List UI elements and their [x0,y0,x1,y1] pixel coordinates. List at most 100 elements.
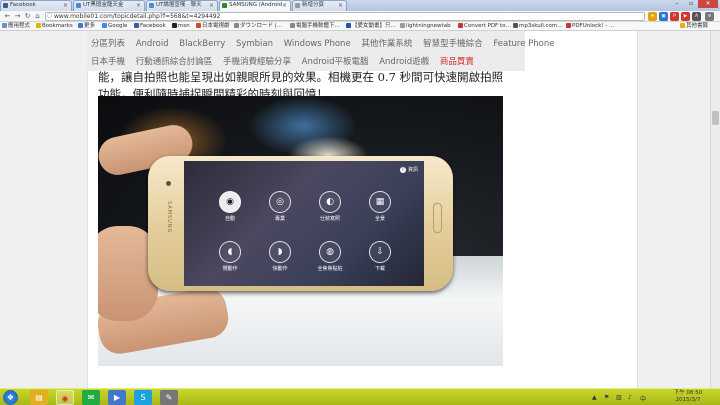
skype-icon[interactable]: S [134,390,152,405]
bookmark-download[interactable]: ダウンロード |… [234,22,282,30]
extension-icon[interactable]: ▣ [659,12,668,21]
download-icon: ⇩ [369,241,391,263]
aperture-icon: ◎ [269,191,291,213]
tray-chevron-icon[interactable]: ▲ [592,394,597,401]
forum-nav-menu: 分區列表 Android BlackBerry Symbian Windows … [87,31,554,71]
close-icon[interactable]: × [63,1,68,10]
bookmark-apps[interactable]: 應用程式 [2,22,30,30]
home-button[interactable]: ⌂ [33,12,42,21]
close-icon[interactable]: × [136,1,141,10]
bookmark-convert-pdf[interactable]: Convert PDF to… [458,22,511,30]
tray-flag-icon[interactable]: ⚑ [604,394,609,401]
msn-icon [172,22,177,28]
phone-screen: i 資訊 ◉ 自動 ◎ 專業 ◐ 仕裝寫照 ▦ 全景 ◖ 慢動作 ◗ 快動作 ◍… [184,161,424,286]
page-scrollbar[interactable] [710,31,720,388]
mode-selective-focus: ◐ 仕裝寫照 [310,191,350,222]
pdf-icon [566,22,571,28]
nav-link-smartphone[interactable]: 智慧型手機綜合 [423,39,483,49]
close-icon[interactable]: × [209,1,214,10]
article-photo: SAMSUNG i 資訊 ◉ 自動 ◎ 專業 ◐ 仕裝寫照 ▦ 全景 ◖ 慢動作… [98,96,503,366]
bookmark-jp-drama[interactable]: 日本電視劇 [196,22,230,30]
reload-button[interactable]: ↻ [23,12,32,21]
bookmark-anime[interactable]: 【愛女動畫】只… [346,22,396,30]
line-app-icon[interactable]: ✉ [82,390,100,405]
article-line: 能，讓自拍照也能呈現出如親眼所見的效果。相機更在 0.7 秒間可快速開啟拍照 [98,70,504,84]
minimize-button[interactable]: – [670,0,684,8]
tool-app-icon[interactable]: ✎ [160,390,178,405]
browser-toolbar: ← → ↻ ⌂ ▢ www.mobile01.com/topicdetail.p… [0,11,720,22]
bookmark-software[interactable]: 電腦手機軟體下… [290,22,340,30]
youtube-extension-icon[interactable]: ▶ [681,12,690,21]
nav-link-android-tablet[interactable]: Android平板電腦 [302,57,369,67]
close-icon[interactable]: × [338,1,343,10]
media-player-icon[interactable]: ▶ [108,390,126,405]
nav-link-windows-phone[interactable]: Windows Phone [284,39,351,49]
menu-icon[interactable]: ≡ [705,12,714,21]
nav-link-experience[interactable]: 手機消費經驗分享 [223,57,291,67]
tray-ime-icon[interactable]: 中 [640,394,646,403]
tab-ut-1[interactable]: UT黑悶金龍天金 × [73,0,145,11]
bookmark-pdfunlock[interactable]: PDFUnlock! - … [566,22,615,30]
bookmark-facebook[interactable]: Facebook [134,22,166,30]
tab-new[interactable]: 新增分頁 × [292,0,347,11]
tab-ut-2[interactable]: UT論壇宣嘆 · 聊天 × [146,0,218,11]
site-favicon-icon [222,3,227,8]
facebook-icon [134,22,139,28]
tab-strip: Facebook × UT黑悶金龍天金 × UT論壇宣嘆 · 聊天 × SAMS… [0,0,720,11]
site-favicon-icon [149,3,154,8]
mode-auto: ◉ 自動 [210,191,250,222]
nav-link-blackberry[interactable]: BlackBerry [179,39,225,49]
bookmark-other[interactable]: 其他書籤 [680,22,708,30]
forward-button[interactable]: → [13,12,22,21]
tab-samsung[interactable]: SAMSUNG (Android × [219,0,291,11]
folder-icon [36,22,41,28]
bookmark-icon [196,22,201,28]
site-favicon-icon [76,3,81,8]
screen: Facebook × UT黑悶金龍天金 × UT論壇宣嘆 · 聊天 × SAMS… [0,0,720,405]
info-button: i 資訊 [399,166,418,173]
bookmark-google[interactable]: Google [102,22,127,30]
chrome-icon[interactable]: ◉ [56,390,74,405]
tab-facebook[interactable]: Facebook × [0,0,72,11]
web-page: 分區列表 Android BlackBerry Symbian Windows … [0,31,720,388]
clock[interactable]: 下午 08:50 2015/3/7 [668,390,708,404]
nav-link-japan-phone[interactable]: 日本手機 [91,57,125,67]
tray-network-icon[interactable]: ▥ [616,394,622,401]
pdf-extension-icon[interactable]: P [670,12,679,21]
bookmark-lightning[interactable]: lightningnewtab [400,22,451,30]
close-icon[interactable]: × [282,1,287,10]
bookmark-icon [513,22,518,28]
nav-row-1: 分區列表 Android BlackBerry Symbian Windows … [91,37,562,49]
file-explorer-icon[interactable]: ▤ [30,390,48,405]
bookmark-folder[interactable]: Bookmarks [36,22,73,30]
star-icon[interactable]: ★ [648,12,657,21]
bookmark-icon [234,22,239,28]
nav-link-android[interactable]: Android [136,39,169,49]
nav-link-feature-phone[interactable]: Feature Phone [493,39,554,49]
folder-icon [680,22,685,28]
new-tab-icon [295,3,300,8]
scrollbar-thumb[interactable] [712,111,719,125]
nav-link-forum-list[interactable]: 分區列表 [91,39,125,49]
tray-volume-icon[interactable]: ♪ [628,394,632,401]
bookmark-more[interactable]: 更多 [78,22,95,30]
maximize-button[interactable]: ▫ [684,0,698,8]
back-button[interactable]: ← [3,12,12,21]
bookmark-icon [78,22,83,28]
nav-link-market[interactable]: 商品買賣 [440,57,474,67]
bookmark-mp3skull[interactable]: mp3skull.com… [513,22,563,30]
bookmark-icon [346,22,351,28]
nav-link-symbian[interactable]: Symbian [236,39,273,49]
address-bar[interactable]: ▢ www.mobile01.com/topicdetail.php?f=568… [45,12,645,21]
info-icon: i [399,167,406,173]
adblock-extension-icon[interactable]: A [692,12,701,21]
nav-row-2: 日本手機 行動通訊綜合討論區 手機消費經驗分享 Android平板電腦 Andr… [91,55,482,67]
nav-link-android-games[interactable]: Android遊戲 [379,57,429,67]
bookmark-msn[interactable]: msn [172,22,190,30]
bookmark-icon [400,22,405,28]
start-button[interactable]: ❖ [3,390,18,405]
close-window-button[interactable]: ✕ [698,0,718,8]
nav-link-telecom[interactable]: 行動通訊綜合討論區 [136,57,213,67]
windows-taskbar: ❖ ▤ ◉ ✉ ▶ S ✎ ▲ ⚑ ▥ ♪ 中 下午 08:50 2015/3/… [0,388,720,405]
nav-link-other-os[interactable]: 其他作業系統 [361,39,412,49]
